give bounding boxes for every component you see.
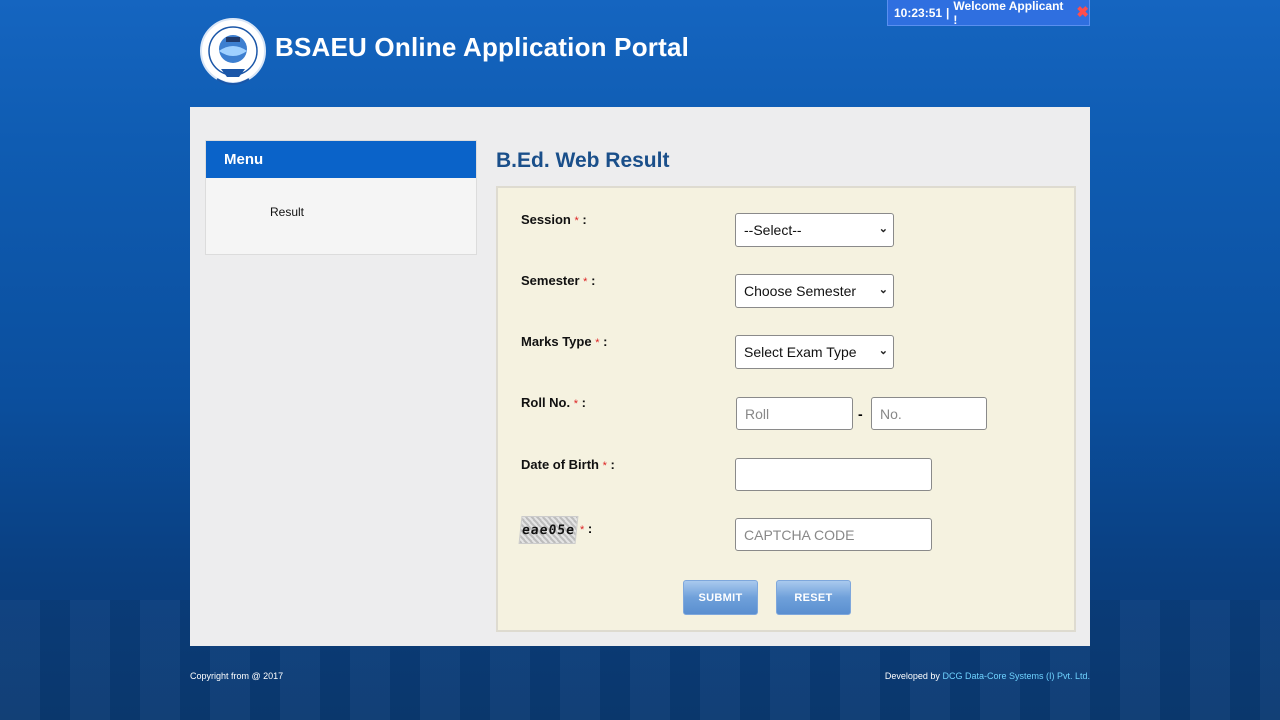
semester-select-wrap: Choose Semester ⌄: [735, 274, 894, 308]
marks-type-label: Marks Type * :: [521, 334, 608, 349]
dob-label: Date of Birth * :: [521, 457, 615, 472]
semester-label: Semester * :: [521, 273, 596, 288]
roll-separator: -: [858, 406, 863, 422]
session-select-wrap: --Select-- ⌄: [735, 213, 894, 247]
clock-text: 10:23:51: [894, 5, 943, 20]
university-seal-icon: [200, 18, 266, 85]
captcha-input[interactable]: [735, 518, 932, 551]
roll-number-input[interactable]: [871, 397, 987, 430]
developer-link[interactable]: DCG Data-Core Systems (I) Pvt. Ltd.: [942, 671, 1090, 681]
semester-select[interactable]: Choose Semester: [735, 274, 894, 308]
reset-button[interactable]: RESET: [776, 580, 851, 615]
developed-by-text: Developed by: [884, 671, 940, 681]
x-icon[interactable]: ✖: [1076, 5, 1089, 20]
welcome-bar: 10:23:51 | Welcome Applicant ! ✖: [887, 0, 1090, 27]
captcha-image: eae05e: [518, 516, 579, 544]
result-form: Session * : --Select-- ⌄ Semester * : Ch…: [496, 186, 1076, 632]
sidebar-item-result[interactable]: Result: [270, 205, 476, 219]
developer-credit: Developed by DCG Data-Core Systems (I) P…: [885, 671, 1090, 681]
welcome-text: Welcome Applicant !: [953, 0, 1064, 27]
page-title: B.Ed. Web Result: [496, 149, 670, 172]
roll-input[interactable]: [736, 397, 853, 430]
sidebar-menu: Menu Result: [205, 140, 477, 255]
main-content: Menu Result B.Ed. Web Result Session * :…: [190, 107, 1090, 646]
roll-no-label: Roll No. * :: [521, 395, 586, 410]
copyright-text: Copyright from @ 2017: [190, 671, 284, 681]
marks-type-select-wrap: Select Exam Type ⌄: [735, 335, 894, 369]
site-title: BSAEU Online Application Portal: [275, 32, 690, 62]
captcha-label: * :: [580, 521, 593, 536]
session-select[interactable]: --Select--: [735, 213, 894, 247]
dob-input[interactable]: [735, 458, 932, 491]
submit-button[interactable]: SUBMIT: [683, 580, 758, 615]
bar-separator: |: [946, 5, 950, 20]
marks-type-select[interactable]: Select Exam Type: [735, 335, 894, 369]
session-label: Session * :: [521, 212, 587, 227]
menu-title: Menu: [206, 141, 476, 178]
